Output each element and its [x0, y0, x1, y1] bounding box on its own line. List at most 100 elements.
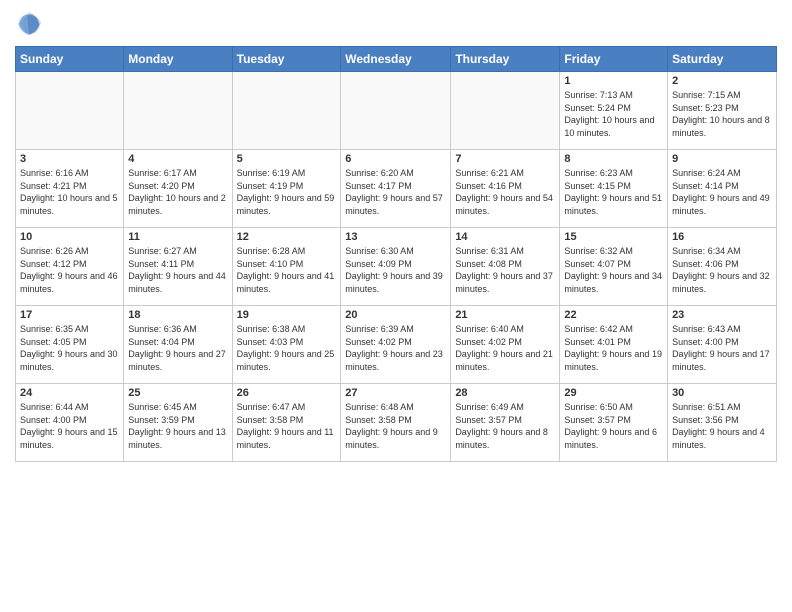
calendar-cell: 10 Sunrise: 6:26 AM Sunset: 4:12 PM Dayli… [16, 228, 124, 306]
day-number: 12 [237, 231, 337, 243]
logo-icon [15, 10, 43, 38]
day-info: Sunrise: 6:21 AM Sunset: 4:16 PM Dayligh… [455, 167, 555, 217]
calendar-cell: 23 Sunrise: 6:43 AM Sunset: 4:00 PM Dayli… [668, 306, 777, 384]
calendar-cell: 27 Sunrise: 6:48 AM Sunset: 3:58 PM Dayli… [341, 384, 451, 462]
day-info: Sunrise: 6:19 AM Sunset: 4:19 PM Dayligh… [237, 167, 337, 217]
calendar: SundayMondayTuesdayWednesdayThursdayFrid… [15, 46, 777, 462]
day-number: 8 [564, 153, 663, 165]
calendar-cell: 1 Sunrise: 7:13 AM Sunset: 5:24 PM Daylig… [560, 72, 668, 150]
day-info: Sunrise: 7:13 AM Sunset: 5:24 PM Dayligh… [564, 89, 663, 139]
calendar-cell: 2Sunrise: 7:15 AM Sunset: 5:23 PM Daylig… [668, 72, 777, 150]
calendar-header-tuesday: Tuesday [232, 47, 341, 72]
calendar-cell: 16 Sunrise: 6:34 AM Sunset: 4:06 PM Dayli… [668, 228, 777, 306]
day-info: Sunrise: 6:39 AM Sunset: 4:02 PM Dayligh… [345, 323, 446, 373]
calendar-cell: 3 Sunrise: 6:16 AM Sunset: 4:21 PM Daylig… [16, 150, 124, 228]
day-number: 20 [345, 309, 446, 321]
calendar-cell: 5 Sunrise: 6:19 AM Sunset: 4:19 PM Daylig… [232, 150, 341, 228]
day-number: 21 [455, 309, 555, 321]
day-number: 24 [20, 387, 119, 399]
calendar-cell [124, 72, 232, 150]
calendar-cell: 19 Sunrise: 6:38 AM Sunset: 4:03 PM Dayli… [232, 306, 341, 384]
day-info: Sunrise: 6:16 AM Sunset: 4:21 PM Dayligh… [20, 167, 119, 217]
day-number: 29 [564, 387, 663, 399]
calendar-cell: 11 Sunrise: 6:27 AM Sunset: 4:11 PM Dayli… [124, 228, 232, 306]
day-number: 23 [672, 309, 772, 321]
calendar-cell: 30 Sunrise: 6:51 AM Sunset: 3:56 PM Dayli… [668, 384, 777, 462]
day-number: 16 [672, 231, 772, 243]
calendar-cell: 28Sunrise: 6:49 AM Sunset: 3:57 PM Dayli… [451, 384, 560, 462]
day-info: Sunrise: 6:40 AM Sunset: 4:02 PM Dayligh… [455, 323, 555, 373]
calendar-cell: 8 Sunrise: 6:23 AM Sunset: 4:15 PM Daylig… [560, 150, 668, 228]
calendar-week-4: 17 Sunrise: 6:35 AM Sunset: 4:05 PM Dayli… [16, 306, 777, 384]
day-info: Sunrise: 6:42 AM Sunset: 4:01 PM Dayligh… [564, 323, 663, 373]
calendar-cell [451, 72, 560, 150]
calendar-cell: 15 Sunrise: 6:32 AM Sunset: 4:07 PM Dayli… [560, 228, 668, 306]
day-info: Sunrise: 6:49 AM Sunset: 3:57 PM Dayligh… [455, 401, 555, 451]
day-number: 10 [20, 231, 119, 243]
calendar-header-sunday: Sunday [16, 47, 124, 72]
day-info: Sunrise: 6:35 AM Sunset: 4:05 PM Dayligh… [20, 323, 119, 373]
day-info: Sunrise: 6:24 AM Sunset: 4:14 PM Dayligh… [672, 167, 772, 217]
day-info: Sunrise: 6:28 AM Sunset: 4:10 PM Dayligh… [237, 245, 337, 295]
calendar-cell: 6Sunrise: 6:20 AM Sunset: 4:17 PM Daylig… [341, 150, 451, 228]
calendar-week-5: 24 Sunrise: 6:44 AM Sunset: 4:00 PM Dayli… [16, 384, 777, 462]
calendar-cell: 29 Sunrise: 6:50 AM Sunset: 3:57 PM Dayli… [560, 384, 668, 462]
calendar-cell: 22 Sunrise: 6:42 AM Sunset: 4:01 PM Dayli… [560, 306, 668, 384]
calendar-cell: 25 Sunrise: 6:45 AM Sunset: 3:59 PM Dayli… [124, 384, 232, 462]
page: SundayMondayTuesdayWednesdayThursdayFrid… [0, 0, 792, 472]
day-number: 25 [128, 387, 227, 399]
day-info: Sunrise: 6:31 AM Sunset: 4:08 PM Dayligh… [455, 245, 555, 295]
calendar-cell: 4 Sunrise: 6:17 AM Sunset: 4:20 PM Daylig… [124, 150, 232, 228]
day-number: 27 [345, 387, 446, 399]
calendar-header-friday: Friday [560, 47, 668, 72]
calendar-cell [232, 72, 341, 150]
day-number: 22 [564, 309, 663, 321]
calendar-cell: 9 Sunrise: 6:24 AM Sunset: 4:14 PM Daylig… [668, 150, 777, 228]
day-number: 3 [20, 153, 119, 165]
day-number: 7 [455, 153, 555, 165]
day-number: 17 [20, 309, 119, 321]
day-info: Sunrise: 6:27 AM Sunset: 4:11 PM Dayligh… [128, 245, 227, 295]
header [15, 10, 777, 38]
day-info: Sunrise: 6:48 AM Sunset: 3:58 PM Dayligh… [345, 401, 446, 451]
day-info: Sunrise: 6:47 AM Sunset: 3:58 PM Dayligh… [237, 401, 337, 451]
day-number: 4 [128, 153, 227, 165]
day-number: 11 [128, 231, 227, 243]
day-number: 18 [128, 309, 227, 321]
day-number: 13 [345, 231, 446, 243]
calendar-header-wednesday: Wednesday [341, 47, 451, 72]
day-number: 19 [237, 309, 337, 321]
day-info: Sunrise: 6:23 AM Sunset: 4:15 PM Dayligh… [564, 167, 663, 217]
calendar-header-row: SundayMondayTuesdayWednesdayThursdayFrid… [16, 47, 777, 72]
calendar-cell: 12 Sunrise: 6:28 AM Sunset: 4:10 PM Dayli… [232, 228, 341, 306]
day-number: 15 [564, 231, 663, 243]
calendar-week-3: 10 Sunrise: 6:26 AM Sunset: 4:12 PM Dayli… [16, 228, 777, 306]
calendar-cell: 20 Sunrise: 6:39 AM Sunset: 4:02 PM Dayli… [341, 306, 451, 384]
calendar-cell: 21 Sunrise: 6:40 AM Sunset: 4:02 PM Dayli… [451, 306, 560, 384]
day-info: Sunrise: 6:17 AM Sunset: 4:20 PM Dayligh… [128, 167, 227, 217]
calendar-cell: 17 Sunrise: 6:35 AM Sunset: 4:05 PM Dayli… [16, 306, 124, 384]
day-info: Sunrise: 6:32 AM Sunset: 4:07 PM Dayligh… [564, 245, 663, 295]
day-info: Sunrise: 6:26 AM Sunset: 4:12 PM Dayligh… [20, 245, 119, 295]
day-number: 9 [672, 153, 772, 165]
calendar-header-monday: Monday [124, 47, 232, 72]
day-number: 6 [345, 153, 446, 165]
calendar-cell [16, 72, 124, 150]
day-info: Sunrise: 6:38 AM Sunset: 4:03 PM Dayligh… [237, 323, 337, 373]
calendar-header-saturday: Saturday [668, 47, 777, 72]
day-number: 1 [564, 75, 663, 87]
day-number: 30 [672, 387, 772, 399]
day-number: 14 [455, 231, 555, 243]
day-info: Sunrise: 6:30 AM Sunset: 4:09 PM Dayligh… [345, 245, 446, 295]
day-info: Sunrise: 6:45 AM Sunset: 3:59 PM Dayligh… [128, 401, 227, 451]
day-number: 5 [237, 153, 337, 165]
logo [15, 10, 47, 38]
day-info: Sunrise: 6:50 AM Sunset: 3:57 PM Dayligh… [564, 401, 663, 451]
day-number: 2 [672, 75, 772, 87]
calendar-cell: 7 Sunrise: 6:21 AM Sunset: 4:16 PM Daylig… [451, 150, 560, 228]
calendar-header-thursday: Thursday [451, 47, 560, 72]
day-info: Sunrise: 6:34 AM Sunset: 4:06 PM Dayligh… [672, 245, 772, 295]
day-info: Sunrise: 6:51 AM Sunset: 3:56 PM Dayligh… [672, 401, 772, 451]
day-info: Sunrise: 6:43 AM Sunset: 4:00 PM Dayligh… [672, 323, 772, 373]
day-info: Sunrise: 6:44 AM Sunset: 4:00 PM Dayligh… [20, 401, 119, 451]
